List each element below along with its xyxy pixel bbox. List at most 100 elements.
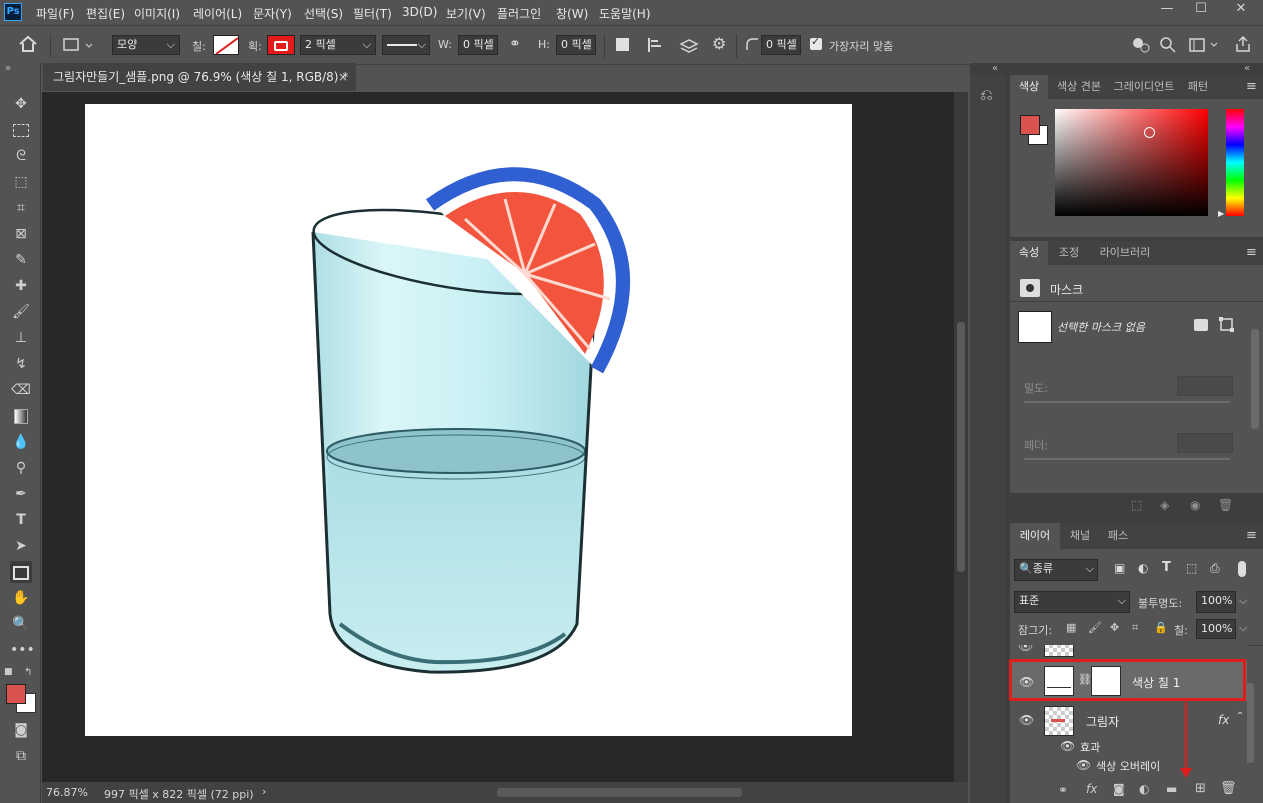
lock-all-icon[interactable]: 🔒 — [1154, 621, 1168, 634]
tab-libraries[interactable]: 라이브러리 — [1090, 241, 1160, 265]
path-arrangement-icon[interactable] — [679, 36, 699, 54]
tab-paths[interactable]: 패스 — [1100, 523, 1136, 549]
lock-transparent-icon[interactable]: ▦ — [1066, 621, 1076, 634]
zoom-tool-icon[interactable]: 🔍 — [10, 613, 32, 635]
mask-visibility-icon[interactable]: ◉ — [1190, 498, 1200, 512]
expand-effects-chevron-icon[interactable]: ⌃ — [1236, 711, 1244, 722]
new-adjustment-layer-icon[interactable]: ◐ — [1139, 782, 1149, 796]
status-chevron-icon[interactable]: › — [262, 785, 266, 798]
vertical-scrollbar[interactable] — [954, 92, 968, 782]
move-tool-icon[interactable]: ✥ — [10, 93, 32, 115]
share-user-icon[interactable] — [1131, 37, 1151, 53]
more-tools-icon[interactable]: ••• — [10, 639, 35, 661]
default-colors-icon[interactable]: ■ — [4, 667, 13, 677]
close-document-icon[interactable]: × — [338, 63, 348, 91]
tab-patterns[interactable]: 패턴 — [1180, 75, 1216, 99]
menu-help[interactable]: 도움말(H) — [599, 5, 651, 22]
apply-mask-icon[interactable]: ◈ — [1160, 498, 1169, 512]
tab-layers[interactable]: 레이어 — [1010, 523, 1060, 549]
feather-slider[interactable] — [1024, 458, 1230, 460]
menu-plugins[interactable]: 플러그인 — [497, 5, 541, 22]
export-share-icon[interactable] — [1235, 35, 1251, 53]
eraser-tool-icon[interactable]: ⌫ — [10, 379, 32, 401]
layer-effects-fx-icon[interactable]: fx — [1218, 713, 1229, 727]
lock-pixels-icon[interactable]: 🖌 — [1088, 621, 1102, 634]
density-slider[interactable] — [1024, 401, 1230, 403]
menu-view[interactable]: 보기(V) — [446, 5, 486, 22]
close-window-button[interactable]: ✕ — [1224, 0, 1258, 20]
history-brush-tool-icon[interactable]: ↯ — [10, 353, 32, 375]
add-pixel-mask-icon[interactable] — [1194, 319, 1208, 331]
collapse-icons-chevron-icon[interactable]: « — [992, 63, 998, 74]
search-icon[interactable] — [1160, 37, 1176, 53]
screen-mode-icon[interactable]: ⧉ — [10, 745, 32, 767]
menu-window[interactable]: 창(W) — [556, 5, 588, 22]
object-selection-tool-icon[interactable]: ⬚ — [10, 171, 32, 193]
layer-filter-kind-select[interactable]: 🔍종류 ⌵ — [1014, 559, 1098, 581]
visibility-eye-icon[interactable]: 👁 — [1019, 713, 1034, 727]
eyedropper-tool-icon[interactable]: ✎ — [10, 249, 32, 271]
path-alignment-icon[interactable] — [646, 36, 664, 54]
tab-swatches[interactable]: 색상 견본 — [1050, 75, 1108, 99]
height-field[interactable]: 0 픽셀 — [556, 35, 596, 55]
minimize-button[interactable]: — — [1150, 0, 1184, 20]
menu-image[interactable]: 이미지(I) — [134, 5, 180, 22]
collapse-panels-chevron-icon[interactable]: « — [1244, 63, 1250, 74]
lasso-tool-icon[interactable]: ᘓ — [10, 145, 32, 167]
path-operations-icon[interactable] — [616, 38, 629, 51]
layer-row-partial[interactable]: 👁 — [1010, 645, 1247, 659]
layer-row-shadow[interactable]: 👁 그림자 fx ⌃ — [1010, 701, 1247, 741]
zoom-level[interactable]: 76.87% — [46, 786, 88, 799]
pen-tool-icon[interactable]: ✒ — [10, 483, 32, 505]
visibility-eye-icon[interactable]: 👁 — [1018, 645, 1033, 653]
layer-name[interactable]: 그림자 — [1086, 713, 1119, 730]
tab-color[interactable]: 색상 — [1010, 75, 1048, 99]
blend-mode-select[interactable]: 표준 ⌵ — [1014, 591, 1130, 613]
menu-edit[interactable]: 편집(E) — [86, 5, 125, 22]
vertical-scroll-thumb[interactable] — [957, 322, 965, 572]
corner-radius-field[interactable]: 0 픽셀 — [761, 35, 801, 55]
layers-scroll-thumb[interactable] — [1246, 683, 1254, 763]
hue-slider-handle-icon[interactable]: ▶ — [1218, 209, 1224, 218]
color-panel-foreground-swatch[interactable] — [1020, 115, 1040, 135]
menu-filter[interactable]: 필터(T) — [353, 5, 392, 22]
path-selection-tool-icon[interactable]: ➤ — [10, 535, 32, 557]
menu-type[interactable]: 문자(Y) — [253, 5, 292, 22]
filter-toggle-icon[interactable] — [1238, 561, 1246, 577]
type-tool-icon[interactable]: T — [10, 509, 32, 531]
tab-gradients[interactable]: 그레이디언트 — [1110, 75, 1178, 99]
color-panel-menu-icon[interactable]: ≡ — [1246, 79, 1257, 94]
tab-properties[interactable]: 속성 — [1010, 241, 1048, 265]
color-overlay-visibility-eye-icon[interactable]: 👁 — [1076, 758, 1091, 772]
lock-artboard-icon[interactable]: ⌗ — [1132, 621, 1138, 635]
link-layers-icon[interactable]: ⚭ — [1058, 783, 1068, 797]
document-canvas[interactable] — [85, 104, 852, 736]
type-layer-filter-icon[interactable]: T — [1162, 560, 1171, 575]
add-mask-icon[interactable]: ◙ — [1113, 782, 1125, 796]
tab-channels[interactable]: 채널 — [1062, 523, 1098, 549]
opacity-field[interactable]: 100% — [1196, 591, 1236, 613]
menu-file[interactable]: 파일(F) — [36, 5, 74, 22]
properties-scroll-thumb[interactable] — [1251, 329, 1259, 429]
lock-position-icon[interactable]: ✥ — [1110, 621, 1119, 634]
home-icon[interactable] — [18, 35, 38, 53]
feather-field[interactable] — [1177, 433, 1233, 453]
blur-tool-icon[interactable]: 💧 — [10, 431, 32, 453]
maximize-button[interactable]: ☐ — [1184, 0, 1218, 20]
shape-mode-select[interactable]: 모양 ⌵ — [112, 35, 180, 55]
hue-slider[interactable] — [1226, 109, 1244, 216]
quick-mask-icon[interactable]: ◙ — [10, 719, 32, 741]
opacity-chevron-icon[interactable]: ⌵ — [1239, 594, 1247, 608]
hand-tool-icon[interactable]: ✋ — [10, 587, 32, 609]
new-layer-icon[interactable]: ⊞ — [1195, 781, 1206, 796]
stroke-type-select[interactable]: ⌵ — [382, 35, 430, 55]
horizontal-scroll-thumb[interactable] — [497, 788, 742, 797]
adjustment-layer-filter-icon[interactable]: ◐ — [1138, 561, 1148, 575]
pixel-layer-filter-icon[interactable]: ▣ — [1114, 561, 1125, 575]
fill-chevron-icon[interactable]: ⌵ — [1239, 621, 1247, 635]
workspace-switcher-icon[interactable] — [1189, 37, 1219, 53]
crop-tool-icon[interactable]: ⌗ — [10, 197, 32, 219]
stroke-swatch[interactable] — [267, 35, 295, 55]
tool-preset-picker[interactable] — [62, 36, 96, 54]
marquee-tool-icon[interactable] — [10, 119, 32, 141]
